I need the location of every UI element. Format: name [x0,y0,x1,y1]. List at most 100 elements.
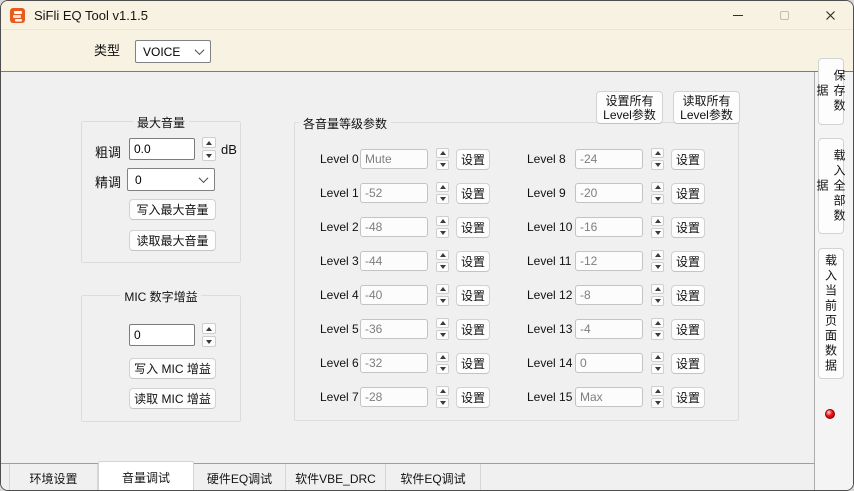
level-value-input[interactable] [575,149,643,169]
stepper-down-button[interactable] [651,228,664,238]
minimize-button[interactable] [715,1,761,29]
stepper-down-button[interactable] [436,262,449,272]
stepper-up-button[interactable] [436,352,449,362]
stepper-down-button[interactable] [651,330,664,340]
level-set-button[interactable]: 设置 [671,216,705,238]
stepper-down-button[interactable] [436,228,449,238]
level-set-button[interactable]: 设置 [456,284,490,306]
stepper-up-button[interactable] [651,318,664,328]
stepper-up-button[interactable] [436,148,449,158]
mic-gain-stepper[interactable] [202,323,216,347]
tab-sw-vbe-drc[interactable]: 软件VBE_DRC [286,464,386,490]
read-max-volume-button[interactable]: 读取最大音量 [129,230,216,251]
stepper-down-button[interactable] [651,398,664,408]
stepper-down-button[interactable] [651,296,664,306]
stepper-down-button[interactable] [436,330,449,340]
level-value-input[interactable] [575,319,643,339]
stepper-up-button[interactable] [651,216,664,226]
level-stepper[interactable] [436,318,449,340]
stepper-up-button[interactable] [651,148,664,158]
level-set-button[interactable]: 设置 [456,250,490,272]
save-data-button[interactable]: 保存数据 [815,58,846,125]
stepper-down-button[interactable] [436,364,449,374]
stepper-up-button[interactable] [651,250,664,260]
stepper-up-button[interactable] [202,323,216,334]
level-value-input[interactable] [360,387,428,407]
level-set-button[interactable]: 设置 [456,386,490,408]
level-stepper[interactable] [651,250,664,272]
level-stepper[interactable] [651,216,664,238]
stepper-down-button[interactable] [651,160,664,170]
coarse-volume-input[interactable] [129,138,195,160]
stepper-down-button[interactable] [436,398,449,408]
level-set-button[interactable]: 设置 [671,284,705,306]
stepper-up-button[interactable] [651,182,664,192]
level-stepper[interactable] [436,352,449,374]
level-stepper[interactable] [436,216,449,238]
level-set-button[interactable]: 设置 [671,386,705,408]
level-stepper[interactable] [436,148,449,170]
level-value-input[interactable] [575,217,643,237]
stepper-down-button[interactable] [436,160,449,170]
level-stepper[interactable] [651,352,664,374]
load-all-data-button[interactable]: 载入全部数据 [815,138,846,234]
level-value-input[interactable] [575,387,643,407]
set-all-levels-button[interactable]: 设置所有 Level参数 [596,91,663,124]
level-set-button[interactable]: 设置 [456,318,490,340]
tab-volume-debug[interactable]: 音量调试 [98,461,194,490]
stepper-up-button[interactable] [436,250,449,260]
level-set-button[interactable]: 设置 [456,182,490,204]
level-stepper[interactable] [436,284,449,306]
stepper-up-button[interactable] [436,318,449,328]
level-stepper[interactable] [436,250,449,272]
read-all-levels-button[interactable]: 读取所有 Level参数 [673,91,740,124]
level-value-input[interactable] [575,251,643,271]
stepper-down-button[interactable] [202,150,216,161]
level-value-input[interactable] [360,319,428,339]
level-stepper[interactable] [436,182,449,204]
tab-env-settings[interactable]: 环境设置 [9,464,98,490]
stepper-down-button[interactable] [651,194,664,204]
write-max-volume-button[interactable]: 写入最大音量 [129,199,216,220]
coarse-volume-stepper[interactable] [202,137,216,161]
maximize-button[interactable] [761,1,807,29]
level-set-button[interactable]: 设置 [671,318,705,340]
level-stepper[interactable] [436,386,449,408]
level-set-button[interactable]: 设置 [671,182,705,204]
stepper-up-button[interactable] [436,386,449,396]
level-value-input[interactable] [360,353,428,373]
stepper-down-button[interactable] [436,296,449,306]
write-mic-gain-button[interactable]: 写入 MIC 增益 [129,358,216,379]
close-button[interactable] [807,1,853,29]
level-value-input[interactable] [360,251,428,271]
level-stepper[interactable] [651,284,664,306]
stepper-down-button[interactable] [651,364,664,374]
level-value-input[interactable] [575,183,643,203]
stepper-down-button[interactable] [651,262,664,272]
level-set-button[interactable]: 设置 [456,352,490,374]
stepper-up-button[interactable] [651,284,664,294]
tab-hw-eq-debug[interactable]: 硬件EQ调试 [194,464,286,490]
level-value-input[interactable] [360,217,428,237]
level-set-button[interactable]: 设置 [671,148,705,170]
level-value-input[interactable] [360,149,428,169]
stepper-up-button[interactable] [436,182,449,192]
level-stepper[interactable] [651,318,664,340]
level-stepper[interactable] [651,148,664,170]
level-value-input[interactable] [360,183,428,203]
mic-gain-input[interactable] [129,324,195,346]
level-set-button[interactable]: 设置 [456,148,490,170]
read-mic-gain-button[interactable]: 读取 MIC 增益 [129,388,216,409]
load-current-page-data-button[interactable]: 载入当前页面数据 [818,248,844,379]
fine-volume-select[interactable]: 0 [127,168,215,191]
stepper-down-button[interactable] [436,194,449,204]
stepper-down-button[interactable] [202,336,216,347]
stepper-up-button[interactable] [651,352,664,362]
level-stepper[interactable] [651,386,664,408]
stepper-up-button[interactable] [202,137,216,148]
stepper-up-button[interactable] [436,216,449,226]
level-value-input[interactable] [575,285,643,305]
type-select[interactable]: VOICE [135,40,211,63]
level-value-input[interactable] [360,285,428,305]
level-stepper[interactable] [651,182,664,204]
